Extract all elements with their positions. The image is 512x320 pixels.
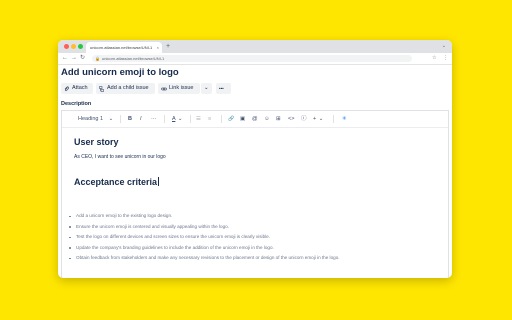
tab-strip: unicorn.atlassian.net/browse/UNI-1 × + ⌄ — [58, 40, 452, 53]
chevron-down-icon: ⌄ — [108, 116, 114, 122]
chevron-down-icon: ⌄ — [318, 116, 324, 122]
close-window-button[interactable] — [64, 44, 69, 49]
acceptance-criteria-list: Add a unicorn emoji to the existing logo… — [67, 211, 340, 264]
emoji-icon[interactable]: ☺ — [264, 111, 270, 127]
list-item: Add a unicorn emoji to the existing logo… — [67, 211, 340, 222]
add-child-issue-label: Add a child issue — [107, 85, 149, 91]
description-label: Description — [61, 101, 92, 107]
link-icon[interactable]: 🔗 — [228, 111, 234, 127]
new-tab-button[interactable]: + — [166, 40, 170, 53]
list-item: Test the logo on different devices and s… — [67, 232, 340, 243]
back-icon[interactable]: ← — [62, 53, 68, 64]
image-icon[interactable]: ▣ — [240, 111, 245, 127]
toolbar-divider — [190, 115, 191, 123]
browser-window: unicorn.atlassian.net/browse/UNI-1 × + ⌄… — [58, 40, 452, 278]
page-title[interactable]: Add unicorn emoji to logo — [61, 67, 179, 78]
reload-icon[interactable]: ↻ — [80, 53, 85, 64]
acceptance-criteria-heading: Acceptance criteria — [74, 177, 159, 187]
toolbar-divider — [221, 115, 222, 123]
toolbar-divider — [333, 115, 334, 123]
add-child-issue-button[interactable]: Add a child issue — [96, 83, 155, 94]
plus-icon: + — [313, 116, 317, 122]
more-icon: ••• — [219, 86, 224, 91]
browser-tab[interactable]: unicorn.atlassian.net/browse/UNI-1 × — [86, 42, 162, 53]
more-formatting-button[interactable]: ··· — [151, 111, 157, 127]
attach-button[interactable]: Attach — [61, 83, 93, 94]
maximize-window-button[interactable] — [78, 44, 83, 49]
browser-menu-icon[interactable]: ⋮ — [443, 53, 448, 64]
ai-sparkle-icon[interactable]: ✳ — [342, 111, 347, 127]
user-story-heading: User story — [74, 137, 119, 147]
table-icon[interactable]: ⊞ — [276, 111, 281, 127]
user-story-text: As CEO, I want to see unicorn in our log… — [74, 154, 166, 160]
link-icon — [161, 83, 167, 97]
bullet-list-icon[interactable]: ☰ — [196, 111, 201, 127]
tab-menu-icon[interactable]: ⌄ — [442, 40, 446, 53]
acceptance-criteria-text: Acceptance criteria — [74, 177, 158, 187]
issue-page: Add unicorn emoji to logo Attach Add a c… — [58, 65, 452, 278]
attach-label: Attach — [72, 85, 88, 91]
bookmark-star-icon[interactable]: ☆ — [432, 53, 436, 64]
code-icon[interactable]: <> — [288, 111, 294, 127]
close-icon[interactable]: × — [157, 42, 159, 53]
chevron-down-icon: ⌄ — [177, 116, 183, 122]
link-issue-button[interactable]: Link issue — [158, 83, 200, 94]
minimize-window-button[interactable] — [71, 44, 76, 49]
link-issue-label: Link issue — [169, 85, 194, 91]
editor-toolbar: Heading 1 ⌄ B I ··· A ⌄ ☰ ≡ 🔗 ▣ @ ☺ ⊞ <>… — [62, 111, 448, 128]
list-item: Obtain feedback from stakeholders and ma… — [67, 253, 340, 264]
paperclip-icon — [64, 83, 70, 97]
tab-title: unicorn.atlassian.net/browse/UNI-1 — [90, 45, 153, 50]
list-item: Update the company's branding guidelines… — [67, 243, 340, 254]
text-color-icon: A — [172, 116, 176, 122]
info-icon[interactable]: ⓘ — [301, 111, 307, 127]
text-color-button[interactable]: A ⌄ — [172, 111, 183, 127]
link-issue-dropdown[interactable]: ⌄ — [201, 83, 212, 94]
toolbar-divider — [164, 115, 165, 123]
chevron-down-icon: ⌄ — [204, 85, 209, 91]
italic-button[interactable]: I — [140, 111, 142, 127]
description-editor[interactable]: Heading 1 ⌄ B I ··· A ⌄ ☰ ≡ 🔗 ▣ @ ☺ ⊞ <>… — [61, 110, 449, 278]
bold-button[interactable]: B — [128, 111, 132, 127]
heading-style-label: Heading 1 — [78, 116, 104, 122]
text-cursor — [157, 177, 159, 186]
lock-icon: 🔒 — [95, 56, 100, 61]
list-item: Ensure the unicorn emoji is centered and… — [67, 222, 340, 233]
browser-toolbar: ← → ↻ 🔒 unicorn.atlassian.net/browse/UNI… — [58, 53, 452, 65]
numbered-list-icon[interactable]: ≡ — [208, 111, 211, 127]
address-bar[interactable]: 🔒 unicorn.atlassian.net/browse/UNI-1 — [92, 55, 412, 62]
heading-style-select[interactable]: Heading 1 ⌄ — [78, 111, 113, 127]
insert-button[interactable]: + ⌄ — [313, 111, 323, 127]
mention-icon[interactable]: @ — [252, 111, 258, 127]
address-text: unicorn.atlassian.net/browse/UNI-1 — [102, 56, 165, 61]
toolbar-divider — [120, 115, 121, 123]
forward-icon[interactable]: → — [71, 53, 77, 64]
child-issue-icon — [99, 83, 104, 97]
more-actions-button[interactable]: ••• — [216, 83, 231, 94]
